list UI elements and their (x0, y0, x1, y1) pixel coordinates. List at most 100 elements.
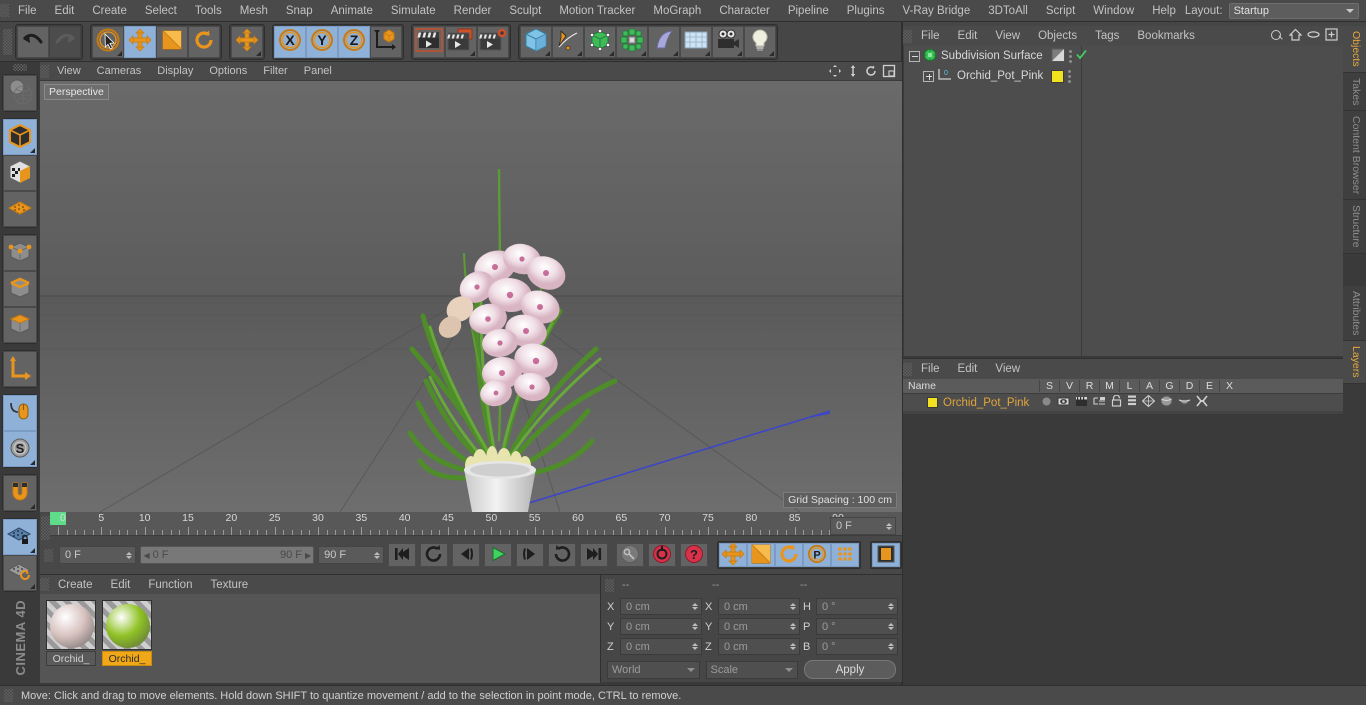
timeline-range-slider[interactable]: ◀ 0 F 90 F ▶ (140, 546, 315, 564)
object-axis-mode-button[interactable] (3, 351, 37, 387)
position-input-Z[interactable]: 0 cm (620, 638, 702, 655)
size-mode-dropdown[interactable]: Scale (705, 660, 798, 679)
stepper-icon[interactable] (691, 640, 699, 654)
snap-magnet-button[interactable] (3, 475, 37, 511)
object-tree[interactable]: Subdivision Surface 0 Orchid_Pot_Pink (903, 46, 1343, 356)
position-input-X[interactable]: 0 cm (620, 598, 702, 615)
menu-create[interactable]: Create (83, 0, 136, 22)
side-tab-objects[interactable]: Objects (1343, 26, 1366, 73)
add-deformer-button[interactable] (616, 25, 648, 58)
live-selection-button[interactable] (92, 25, 124, 58)
stepper-icon[interactable] (691, 620, 699, 634)
dynamic-place-button[interactable] (231, 25, 263, 58)
object-row-0[interactable]: Subdivision Surface (903, 46, 1343, 66)
object-manager-grip[interactable] (903, 29, 912, 43)
size-input-Z[interactable]: 0 cm (718, 638, 800, 655)
stepper-icon[interactable] (789, 600, 797, 614)
add-bend-button[interactable] (648, 25, 680, 58)
lock-y-button[interactable]: Y (306, 25, 338, 58)
layer-menu-view[interactable]: View (986, 358, 1029, 380)
menu-help[interactable]: Help (1143, 0, 1185, 22)
range-left-arrow-icon[interactable]: ◀ (143, 551, 149, 560)
layer-menu-edit[interactable]: Edit (949, 358, 987, 380)
scale-button[interactable] (156, 25, 188, 58)
position-input-Y[interactable]: 0 cm (620, 618, 702, 635)
coordinates-grip[interactable] (605, 578, 614, 592)
add-camera-button[interactable] (712, 25, 744, 58)
key-scale-button[interactable] (747, 543, 775, 567)
workplane-rotate-button[interactable] (3, 555, 37, 591)
object-menu-objects[interactable]: Objects (1029, 25, 1086, 47)
menu-3dtoall[interactable]: 3DToAll (979, 0, 1037, 22)
menu-snap[interactable]: Snap (277, 0, 322, 22)
max-frame-input[interactable]: 90 F (318, 546, 384, 564)
side-tab-structure[interactable]: Structure (1343, 200, 1366, 254)
stepper-icon[interactable] (887, 600, 895, 614)
expander-icon[interactable] (909, 50, 920, 62)
play-button[interactable] (484, 543, 512, 567)
object-row-1[interactable]: 0 Orchid_Pot_Pink (903, 66, 1343, 86)
step-back-button[interactable] (452, 543, 480, 567)
viewport-menu-options[interactable]: Options (201, 62, 255, 81)
viewport-menu-panel[interactable]: Panel (296, 62, 340, 81)
menu-window[interactable]: Window (1084, 0, 1143, 22)
object-menu-file[interactable]: File (912, 25, 949, 47)
apply-button[interactable]: Apply (804, 660, 896, 679)
key-parameter-button[interactable]: P (803, 543, 831, 567)
menu-simulate[interactable]: Simulate (382, 0, 445, 22)
stepper-icon[interactable] (691, 600, 699, 614)
render-to-picture-viewer-button[interactable] (445, 25, 477, 58)
key-pla-button[interactable] (831, 543, 859, 567)
add-spline-button[interactable] (552, 25, 584, 58)
menu-character[interactable]: Character (710, 0, 779, 22)
material-list[interactable]: Orchid_ Orchid_ (40, 594, 600, 683)
world-object-axis-button[interactable] (370, 25, 402, 58)
viewport-3d[interactable]: Perspective Grid Spacing : 100 cm (40, 81, 902, 512)
layer-color-swatch[interactable] (927, 397, 938, 408)
viewport-menu-view[interactable]: View (49, 62, 89, 81)
expander-icon[interactable] (923, 70, 934, 82)
side-tab-layers[interactable]: Layers (1343, 341, 1366, 384)
side-tab-takes[interactable]: Takes (1343, 72, 1366, 112)
menu-plugins[interactable]: Plugins (838, 0, 894, 22)
layer-rows[interactable]: Orchid_Pot_Pink (903, 394, 1343, 411)
add-light-button[interactable] (744, 25, 776, 58)
orbit-view-icon[interactable] (864, 64, 878, 78)
size-input-X[interactable]: 0 cm (718, 598, 800, 615)
rotation-input-B[interactable]: 0 ° (816, 638, 898, 655)
current-frame-input[interactable]: 0 F (59, 546, 137, 564)
size-input-Y[interactable]: 0 cm (718, 618, 800, 635)
rotation-input-P[interactable]: 0 ° (816, 618, 898, 635)
lock-z-button[interactable]: Z (338, 25, 370, 58)
ellipse-icon[interactable] (1307, 28, 1320, 44)
timeline-ruler[interactable]: 051015202530354045505560657075808590 (50, 512, 902, 536)
model-mode-button[interactable] (3, 119, 37, 155)
menu-file[interactable]: File (9, 0, 46, 22)
object-menu-edit[interactable]: Edit (949, 25, 987, 47)
material-menu-create[interactable]: Create (49, 574, 102, 596)
key-position-button[interactable] (719, 542, 747, 567)
enable-axis-modification-button[interactable] (3, 395, 37, 431)
stepper-icon[interactable] (887, 620, 895, 634)
add-floor-button[interactable] (680, 25, 712, 58)
render-view-button[interactable] (413, 25, 445, 58)
stepper-icon[interactable] (887, 640, 895, 654)
go-to-start-button[interactable] (388, 543, 416, 567)
add-cube-button[interactable] (520, 25, 552, 58)
material-menu-grip[interactable] (40, 578, 49, 591)
stepper-icon[interactable] (885, 519, 893, 533)
play-backwards-loop-button[interactable] (420, 543, 448, 567)
layer-manager-grip[interactable] (903, 362, 912, 376)
timeline-controls-grip[interactable] (44, 548, 53, 562)
maximize-view-icon[interactable] (882, 64, 896, 78)
edge-mode-button[interactable] (3, 271, 37, 307)
rotate-button[interactable] (188, 25, 220, 58)
object-menu-bookmarks[interactable]: Bookmarks (1128, 25, 1204, 47)
menu-edit[interactable]: Edit (46, 0, 84, 22)
step-forward-button[interactable] (516, 543, 544, 567)
polygon-mode-button[interactable] (3, 307, 37, 343)
home-icon[interactable] (1288, 28, 1303, 44)
move-button[interactable] (124, 25, 156, 58)
timeline-right-frame-input[interactable]: 0 F (830, 517, 896, 535)
material-item-0[interactable]: Orchid_ (46, 600, 96, 683)
